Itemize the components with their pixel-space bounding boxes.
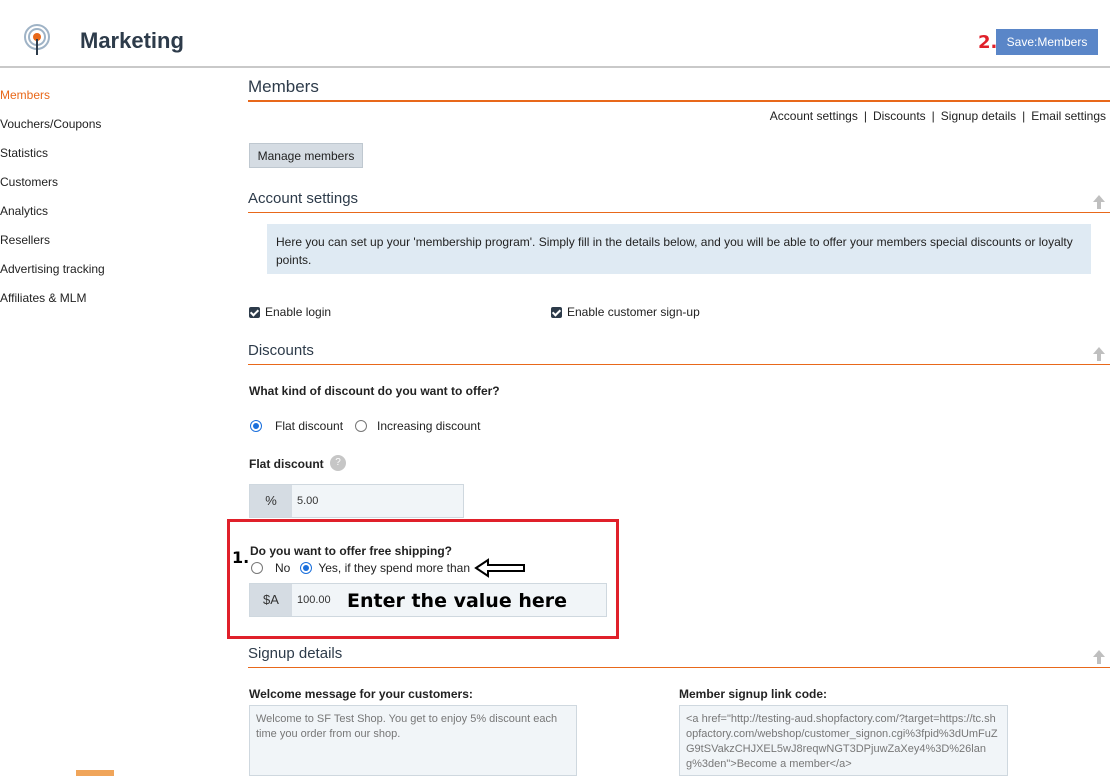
app-title: Marketing: [80, 28, 184, 53]
radio-label: No: [275, 561, 291, 575]
yes-shipping-radio[interactable]: [300, 562, 313, 574]
welcome-message-label: Welcome message for your customers:: [249, 687, 473, 701]
nav-email-settings[interactable]: Email settings: [1031, 109, 1106, 123]
section-title: Signup details: [248, 645, 343, 662]
manage-members-button[interactable]: Manage members: [249, 143, 363, 168]
signup-details-header: Signup details: [248, 645, 1110, 669]
section-title: Discounts: [248, 342, 314, 359]
radio-label: Flat discount: [275, 419, 344, 433]
flat-discount-label: Flat discount: [249, 457, 324, 471]
bottom-tab[interactable]: [76, 770, 114, 776]
arrow-left-icon: [474, 558, 525, 578]
free-shipping-question: Do you want to offer free shipping?: [250, 544, 452, 558]
checkbox-checked-icon: [551, 306, 562, 318]
section-title: Account settings: [248, 190, 359, 207]
title-divider: [248, 100, 1110, 102]
radio-label: Increasing discount: [377, 419, 481, 433]
header-divider: [0, 66, 1110, 68]
arrow-up-icon[interactable]: [1092, 649, 1106, 665]
nav-separator: |: [931, 109, 935, 123]
account-settings-header: Account settings: [248, 190, 1110, 214]
section-divider: [248, 364, 1110, 365]
step-1-label: 1.: [232, 548, 250, 567]
info-box: Here you can set up your 'membership pro…: [267, 224, 1091, 274]
save-members-button[interactable]: Save:Members: [996, 29, 1098, 55]
section-nav: Account settings | Discounts | Signup detail…: [770, 109, 1106, 123]
increasing-discount-radio[interactable]: [355, 420, 368, 432]
sidebar-item-members[interactable]: Members: [0, 82, 220, 111]
section-divider: [248, 212, 1110, 213]
signup-link-label: Member signup link code:: [679, 687, 828, 701]
sidebar-item-resellers[interactable]: Resellers: [0, 227, 220, 256]
sidebar-item-statistics[interactable]: Statistics: [0, 140, 220, 169]
nav-discounts[interactable]: Discounts: [873, 109, 926, 123]
broadcast-icon: [24, 24, 50, 55]
checkbox-checked-icon: [249, 306, 260, 318]
discount-type-group: Flat discount Increasing discount: [250, 419, 480, 433]
help-icon[interactable]: ?: [330, 455, 346, 471]
signup-link-textarea[interactable]: <a href="http://testing-aud.shopfactory.…: [679, 705, 1008, 776]
sidebar: Members Vouchers/Coupons Statistics Cust…: [0, 82, 220, 314]
percent-prefix: %: [250, 485, 292, 517]
step-2-label: 2.: [978, 32, 998, 53]
discount-question: What kind of discount do you want to off…: [249, 384, 500, 398]
nav-separator: |: [863, 109, 867, 123]
radio-label: Yes, if they spend more than: [318, 561, 470, 575]
currency-prefix: $A: [250, 584, 292, 616]
sidebar-item-analytics[interactable]: Analytics: [0, 198, 220, 227]
page-title: Members: [248, 77, 319, 96]
sidebar-item-affiliates[interactable]: Affiliates & MLM: [0, 285, 220, 314]
enable-signup-checkbox[interactable]: Enable customer sign-up: [551, 305, 700, 319]
flat-discount-field[interactable]: % 5.00: [249, 484, 464, 518]
nav-signup-details[interactable]: Signup details: [941, 109, 1016, 123]
welcome-message-textarea[interactable]: Welcome to SF Test Shop. You get to enjo…: [249, 705, 577, 776]
arrow-up-icon[interactable]: [1092, 194, 1106, 210]
section-divider: [248, 667, 1110, 668]
arrow-up-icon[interactable]: [1092, 346, 1106, 362]
annotation-box: [227, 519, 619, 639]
enter-value-hint: Enter the value here: [347, 590, 567, 612]
free-shipping-group: No Yes, if they spend more than: [251, 561, 470, 575]
discounts-header: Discounts: [248, 342, 1110, 366]
enable-login-checkbox[interactable]: Enable login: [249, 305, 331, 319]
nav-separator: |: [1022, 109, 1026, 123]
sidebar-item-vouchers[interactable]: Vouchers/Coupons: [0, 111, 220, 140]
flat-discount-input[interactable]: 5.00: [292, 485, 463, 517]
flat-discount-radio[interactable]: [250, 420, 262, 432]
sidebar-item-advertising-tracking[interactable]: Advertising tracking: [0, 256, 220, 285]
sidebar-item-customers[interactable]: Customers: [0, 169, 220, 198]
nav-account-settings[interactable]: Account settings: [770, 109, 858, 123]
checkbox-label: Enable login: [265, 305, 332, 319]
no-shipping-radio[interactable]: [251, 562, 263, 574]
header: Marketing 2. Save:Members: [0, 0, 1110, 68]
checkbox-label: Enable customer sign-up: [567, 305, 700, 319]
